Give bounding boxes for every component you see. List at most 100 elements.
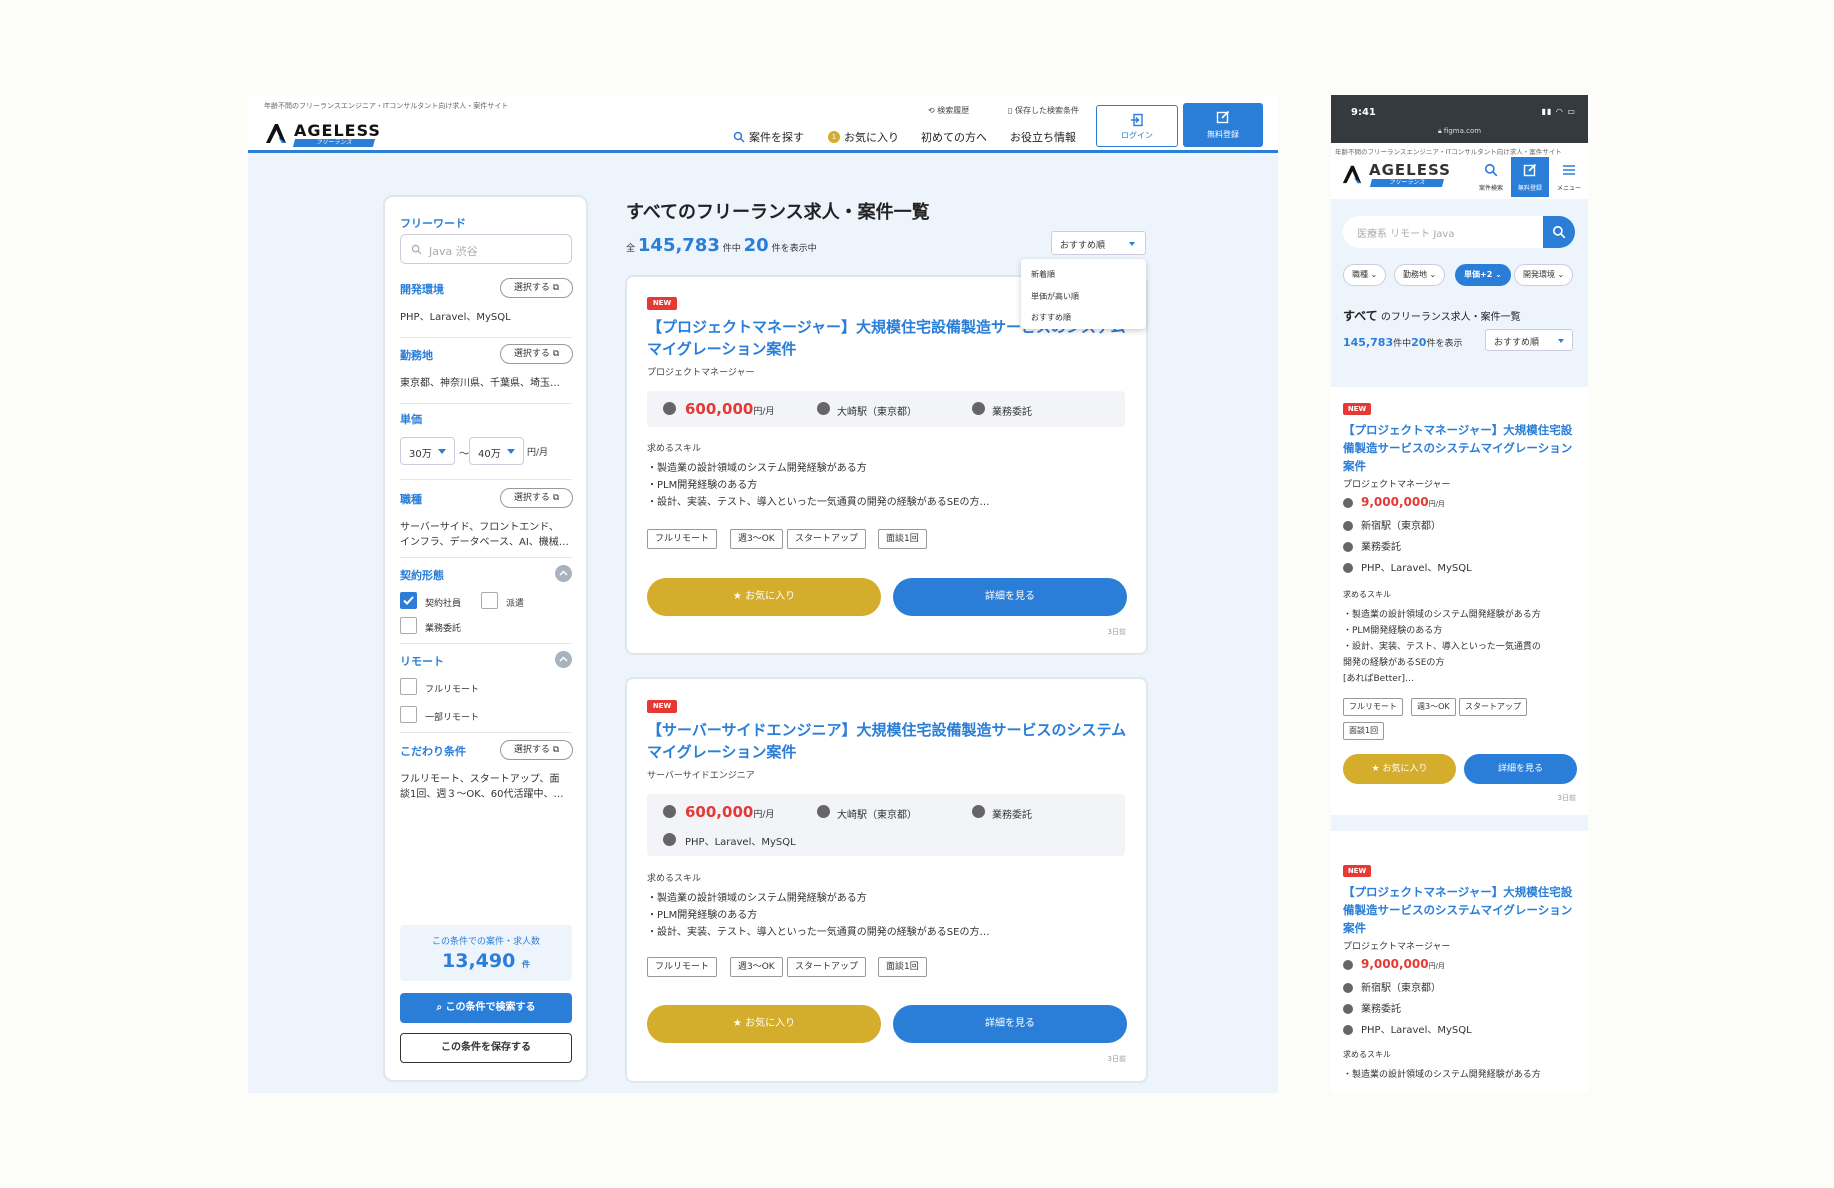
logo-wordmark: AGELESS (294, 121, 381, 140)
login-icon (1131, 113, 1143, 127)
job-contract: 業務委託 (992, 407, 1032, 418)
divider (400, 337, 572, 338)
job-title-link[interactable]: 【プロジェクトマネージャー】大規模住宅設備製造サービスのシステムマイグレーション… (1343, 421, 1578, 475)
favorite-button[interactable]: ★ お気に入り (647, 1005, 881, 1043)
divider (400, 479, 572, 480)
mobile-nav-register[interactable]: 無料登録 (1511, 157, 1549, 197)
skill-line: 開発の経験があるSEの方 (1343, 658, 1445, 668)
job-contract: 業務委託 (992, 810, 1032, 821)
mobile-nav-search[interactable]: 案件検索 (1472, 157, 1510, 197)
job-tag: フルリモート (647, 529, 718, 549)
remote-checkbox-0[interactable] (400, 678, 417, 695)
collapse-contract-button[interactable] (555, 565, 572, 582)
job-tech: PHP、Laravel、MySQL (685, 837, 796, 848)
contract-checkbox-1[interactable] (481, 592, 498, 609)
job-price: 600,000円/月 (685, 803, 775, 821)
sort-option[interactable]: おすすめ順 (1031, 312, 1071, 323)
skill-label: 求めるスキル (1343, 590, 1391, 599)
job-tag: 面談1回 (878, 529, 927, 549)
mobile-search-button[interactable] (1543, 216, 1575, 248)
save-conditions-button[interactable]: この条件を保存する (400, 1033, 572, 1063)
new-badge: NEW (1343, 403, 1371, 415)
job-title-link[interactable]: 【サーバーサイドエンジニア】大規模住宅設備製造サービスのシステムマイグレーション… (647, 719, 1127, 763)
saved-search-link[interactable]: ▯ 保存した検索条件 (1008, 105, 1079, 116)
chevron-down-icon: ⌄ (1370, 270, 1378, 279)
collapse-remote-button[interactable] (555, 651, 572, 668)
location-select-button[interactable]: 選択する ⧉ (500, 344, 573, 364)
filter-chip[interactable]: 職種 ⌄ (1343, 264, 1387, 286)
detail-button[interactable]: 詳細を見る (893, 1005, 1127, 1043)
new-badge: NEW (647, 297, 677, 310)
job-tag: フルリモート (647, 957, 718, 977)
nav-first-time[interactable]: 初めての方へ (921, 129, 987, 145)
contract-checkbox-2[interactable] (400, 617, 417, 634)
detail-button[interactable]: 詳細を見る (1464, 754, 1577, 784)
card-separator (1331, 815, 1588, 831)
search-with-conditions-button[interactable]: ⌕ この条件で検索する (400, 993, 572, 1023)
skill-line: ・製造業の設計領域のシステム開発経験がある方 (1343, 1070, 1541, 1080)
location-label: 勤務地 (400, 349, 433, 362)
star-icon: ★ (1371, 764, 1380, 774)
freeword-label: フリーワード (400, 217, 466, 230)
yen-icon (663, 805, 676, 818)
url-bar[interactable]: 🔒︎ figma.com (1331, 127, 1588, 136)
filter-chip[interactable]: 勤務地 ⌄ (1394, 264, 1446, 286)
kodawari-label: こだわり条件 (400, 745, 466, 758)
bookmark-icon: ▯ (1008, 106, 1013, 115)
search-history-link[interactable]: ⟲ 検索履歴 (928, 105, 969, 116)
freeword-input[interactable]: Java 渋谷 (400, 234, 572, 264)
posted-ago: 3日前 (1107, 1055, 1126, 1063)
dev-env-value: PHP、Laravel、MySQL (400, 312, 511, 323)
price-separator: 〜 (459, 449, 469, 460)
skill-label: 求めるスキル (647, 874, 702, 884)
site-logo[interactable]: AGELESS フリーランス (264, 121, 384, 149)
sort-option[interactable]: 単価が高い順 (1031, 291, 1079, 302)
mobile-sort-select[interactable]: おすすめ順 (1485, 329, 1573, 351)
mobile-job-card: NEW 【プロジェクトマネージャー】大規模住宅設備製造サービスのシステムマイグレ… (1331, 387, 1588, 815)
job-type-select-button[interactable]: 選択する ⧉ (500, 488, 573, 508)
job-title-link[interactable]: 【プロジェクトマネージャー】大規模住宅設備製造サービスのシステムマイグレーション… (1343, 883, 1578, 937)
job-card: NEW 【サーバーサイドエンジニア】大規模住宅設備製造サービスのシステムマイグレ… (625, 677, 1148, 1083)
nav-useful-info[interactable]: お役立ち情報 (1010, 129, 1076, 145)
contract-option-label: 業務委託 (425, 624, 462, 634)
favorite-button[interactable]: ★ お気に入り (1343, 754, 1456, 784)
nav-search-jobs[interactable]: 案件を探す (733, 129, 804, 145)
register-button[interactable]: 無料登録 (1183, 103, 1263, 147)
sort-option[interactable]: 新着順 (1031, 269, 1055, 280)
site-tagline: 年齢不問のフリーランスエンジニア・ITコンサルタント向け求人・案件サイト (264, 102, 509, 110)
location-pin-icon (817, 805, 830, 818)
price-min-select[interactable]: 30万 (400, 437, 455, 465)
mobile-search-input[interactable]: 医療系 リモート Java (1343, 216, 1543, 248)
favorite-button[interactable]: ★ お気に入り (647, 578, 881, 616)
job-tag: スタートアップ (787, 957, 867, 977)
price-unit: 円/月 (527, 448, 549, 458)
site-logo[interactable]: AGELESS フリーランス (1341, 161, 1461, 191)
price-max-select[interactable]: 40万 (469, 437, 524, 465)
remote-checkbox-1[interactable] (400, 706, 417, 723)
kodawari-select-button[interactable]: 選択する ⧉ (500, 740, 573, 760)
login-button[interactable]: ログイン (1096, 105, 1178, 147)
remote-label: リモート (400, 655, 444, 668)
caret-down-icon (1129, 242, 1135, 246)
caret-down-icon (438, 449, 446, 454)
sort-select[interactable]: おすすめ順 (1051, 231, 1146, 255)
status-icons: ▮▮ ◠ ▭ (1541, 107, 1576, 116)
dev-env-label: 開発環境 (400, 283, 444, 296)
person-icon (1343, 1004, 1353, 1014)
skill-line: ・PLM開発経験のある方 (647, 910, 758, 921)
job-info-box: 600,000円/月 大崎駅（東京都） 業務委託 (647, 391, 1125, 427)
mobile-nav-menu[interactable]: メニュー (1550, 157, 1588, 197)
dev-env-select-button[interactable]: 選択する ⧉ (500, 278, 573, 298)
filter-chip-active[interactable]: 単価+2 ⌄ (1455, 264, 1511, 286)
lock-icon: 🔒︎ (1437, 127, 1442, 135)
chevron-up-icon (559, 656, 568, 662)
job-info-box: 600,000円/月 大崎駅（東京都） 業務委託 PHP、Laravel、MyS… (647, 794, 1125, 856)
edit-icon (1216, 110, 1230, 124)
contract-checkbox-0[interactable] (400, 592, 417, 609)
posted-ago: 3日前 (1557, 794, 1576, 802)
desktop-screen: 年齢不問のフリーランスエンジニア・ITコンサルタント向け求人・案件サイト AGE… (248, 95, 1278, 1093)
filter-chip[interactable]: 開発環境 ⌄ (1514, 264, 1574, 286)
sort-dropdown-menu: 新着順 単価が高い順 おすすめ順 (1021, 259, 1146, 329)
detail-button[interactable]: 詳細を見る (893, 578, 1127, 616)
nav-favorites[interactable]: 1 お気に入り (828, 129, 899, 145)
